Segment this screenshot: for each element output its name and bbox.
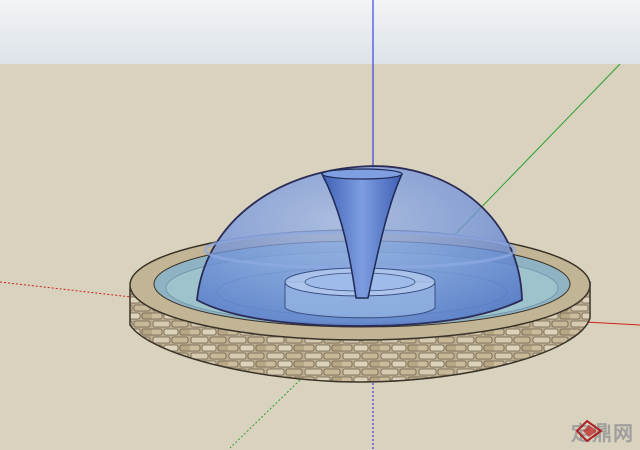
sky xyxy=(0,0,640,64)
dingding-logo-icon xyxy=(575,419,603,443)
watermark: 定鼎网 xyxy=(571,417,634,446)
sketchup-viewport[interactable]: 定鼎网 xyxy=(0,0,640,450)
model-scene[interactable] xyxy=(0,0,640,450)
jet-top xyxy=(321,168,403,180)
